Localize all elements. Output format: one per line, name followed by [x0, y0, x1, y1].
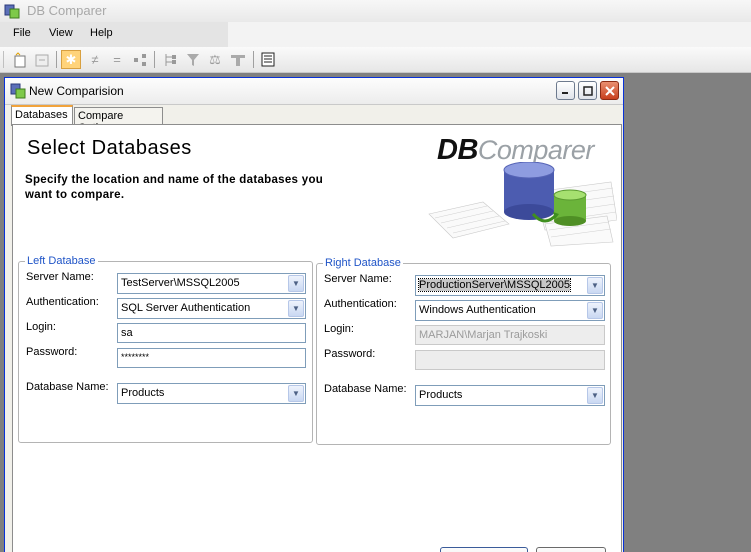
right-login-label: Login:: [324, 323, 354, 335]
left-database-legend: Left Database: [25, 255, 98, 267]
equal-icon[interactable]: =: [107, 50, 127, 69]
chevron-down-icon[interactable]: ▼: [587, 387, 603, 404]
right-server-combo[interactable]: ProductionServer\MSSQL2005 ▼: [415, 275, 605, 296]
chevron-down-icon[interactable]: ▼: [288, 385, 304, 402]
menu-help[interactable]: Help: [90, 27, 113, 39]
left-login-label: Login:: [26, 321, 56, 333]
hierarchy-icon[interactable]: [160, 50, 180, 69]
chevron-down-icon[interactable]: ▼: [288, 300, 304, 317]
chevron-down-icon[interactable]: ▼: [288, 275, 304, 292]
right-auth-label: Authentication:: [324, 298, 397, 310]
left-database-combo[interactable]: Products ▼: [117, 383, 306, 404]
menu-bar: File View Help: [0, 22, 751, 47]
minimize-icon: [562, 92, 568, 94]
window-title: New Comparision: [29, 84, 124, 98]
toolbar-separator: [253, 51, 254, 68]
ok-button[interactable]: [440, 547, 528, 552]
new-connection-icon[interactable]: [10, 50, 30, 69]
tree-icon[interactable]: [130, 50, 150, 69]
toolbar-separator: [154, 51, 155, 68]
page-title: Select Databases: [27, 137, 192, 159]
left-password-label: Password:: [26, 346, 78, 358]
right-password-field: [415, 350, 605, 370]
maximize-button[interactable]: [578, 81, 597, 100]
left-server-label: Server Name:: [26, 271, 94, 283]
page-description: Specify the location and name of the dat…: [25, 174, 324, 201]
not-equal-icon[interactable]: ≠: [85, 50, 105, 69]
sync-icon[interactable]: [228, 50, 248, 69]
right-database-legend: Right Database: [323, 257, 403, 269]
window-titlebar: New Comparision: [5, 78, 623, 105]
report-icon[interactable]: [258, 50, 278, 69]
chevron-down-icon[interactable]: ▼: [587, 277, 603, 294]
database-logo-graphic: [428, 162, 617, 247]
right-password-label: Password:: [324, 348, 376, 360]
left-server-combo[interactable]: TestServer\MSSQL2005 ▼: [117, 273, 306, 294]
menu-view[interactable]: View: [49, 27, 73, 39]
maximize-icon: [582, 85, 593, 96]
toolbar-grip: [3, 51, 4, 68]
new-comparison-window: New Comparision Databases Compare Option…: [4, 77, 624, 552]
app-logo-icon: [4, 4, 20, 19]
left-auth-combo[interactable]: SQL Server Authentication ▼: [117, 298, 306, 319]
filter-icon[interactable]: [183, 50, 203, 69]
open-icon[interactable]: [32, 50, 52, 69]
app-titlebar: DB Comparer: [0, 0, 751, 23]
chevron-down-icon[interactable]: ▼: [587, 302, 603, 319]
menu-file[interactable]: File: [13, 27, 31, 39]
star-icon[interactable]: ✱: [61, 50, 81, 69]
cancel-button[interactable]: [536, 547, 606, 552]
tab-databases-label: Databases: [15, 109, 68, 121]
scales-icon[interactable]: ⚖: [205, 50, 225, 69]
close-icon: [604, 85, 615, 96]
right-auth-combo[interactable]: Windows Authentication ▼: [415, 300, 605, 321]
right-database-combo[interactable]: Products ▼: [415, 385, 605, 406]
right-server-label: Server Name:: [324, 273, 392, 285]
window-app-icon: [10, 83, 26, 99]
left-password-field[interactable]: ********: [117, 348, 306, 368]
left-database-label: Database Name:: [26, 381, 109, 393]
toolbar-separator: [56, 51, 57, 68]
app-title: DB Comparer: [27, 3, 107, 18]
toolbar: ✱ ≠ = ⚖: [0, 47, 751, 73]
left-auth-label: Authentication:: [26, 296, 99, 308]
minimize-button[interactable]: [556, 81, 575, 100]
close-button[interactable]: [600, 81, 619, 100]
right-login-field: MARJAN\Marjan Trajkoski: [415, 325, 605, 345]
right-database-label: Database Name:: [324, 383, 407, 395]
tab-databases[interactable]: Databases: [11, 105, 73, 126]
left-login-field[interactable]: sa: [117, 323, 306, 343]
